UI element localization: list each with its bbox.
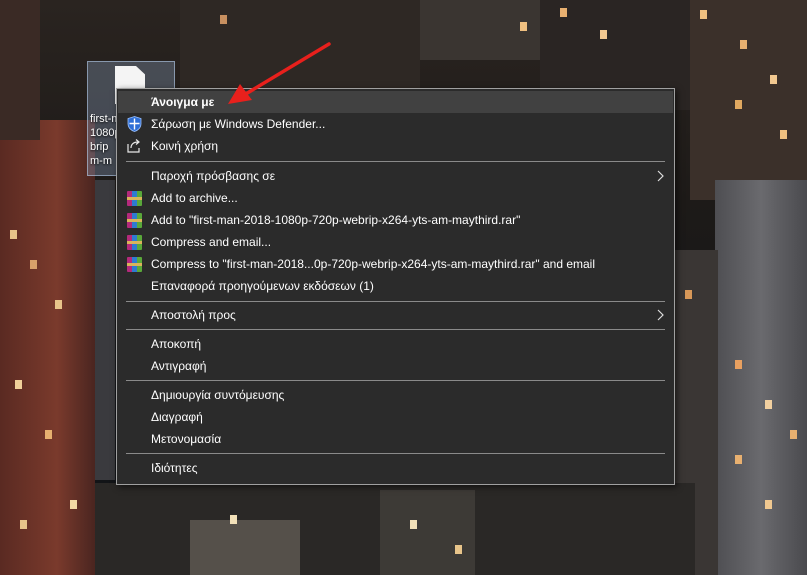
menu-item-label: Αποστολή προς bbox=[151, 308, 236, 322]
window-light bbox=[15, 380, 22, 389]
annotation-arrow-icon bbox=[228, 42, 331, 104]
window-light bbox=[735, 360, 742, 369]
winrar-icon bbox=[126, 212, 142, 228]
window-light bbox=[45, 430, 52, 439]
menu-separator bbox=[126, 329, 665, 330]
window-light bbox=[700, 10, 707, 19]
building bbox=[380, 490, 475, 575]
menu-item-label: Δημιουργία συντόμευσης bbox=[151, 388, 285, 402]
window-light bbox=[770, 75, 777, 84]
menu-item-label: Παροχή πρόσβασης σε bbox=[151, 169, 276, 183]
menu-separator bbox=[126, 380, 665, 381]
menu-item-label: Compress and email... bbox=[151, 235, 272, 249]
building bbox=[690, 0, 807, 200]
menu-item-add-to-archive[interactable]: Add to archive... bbox=[118, 187, 673, 209]
window-light bbox=[20, 520, 27, 529]
window-light bbox=[790, 430, 797, 439]
menu-item-label: Add to "first-man-2018-1080p-720p-webrip… bbox=[151, 213, 521, 227]
winrar-icon bbox=[126, 190, 142, 206]
window-light bbox=[220, 15, 227, 24]
menu-item-label: Compress to "first-man-2018...0p-720p-we… bbox=[151, 257, 596, 271]
building bbox=[0, 0, 40, 140]
menu-item-label: Διαγραφή bbox=[151, 410, 203, 424]
window-light bbox=[735, 455, 742, 464]
window-light bbox=[10, 230, 17, 239]
menu-separator bbox=[126, 453, 665, 454]
menu-item-label: Επαναφορά προηγούμενων εκδόσεων (1) bbox=[151, 279, 374, 293]
menu-item-label: Add to archive... bbox=[151, 191, 238, 205]
window-light bbox=[55, 300, 62, 309]
menu-item-label: Αντιγραφή bbox=[151, 359, 207, 373]
window-light bbox=[600, 30, 607, 39]
window-light bbox=[455, 545, 462, 554]
window-light bbox=[765, 400, 772, 409]
menu-item-share[interactable]: Κοινή χρήση bbox=[118, 135, 673, 157]
share-icon bbox=[126, 138, 142, 154]
menu-item-label: Σάρωση με Windows Defender... bbox=[151, 117, 326, 131]
menu-item-label: Μετονομασία bbox=[151, 432, 222, 446]
window-light bbox=[410, 520, 417, 529]
menu-item-copy[interactable]: Αντιγραφή bbox=[118, 355, 673, 377]
menu-item-label: Ιδιότητες bbox=[151, 461, 198, 475]
window-light bbox=[30, 260, 37, 269]
building bbox=[95, 180, 115, 480]
chevron-right-icon bbox=[655, 168, 665, 184]
winrar-icon bbox=[126, 234, 142, 250]
menu-item-rename[interactable]: Μετονομασία bbox=[118, 428, 673, 450]
menu-separator bbox=[126, 301, 665, 302]
window-light bbox=[685, 290, 692, 299]
menu-item-give-access[interactable]: Παροχή πρόσβασης σε bbox=[118, 165, 673, 187]
winrar-icon bbox=[126, 256, 142, 272]
window-light bbox=[560, 8, 567, 17]
building bbox=[0, 120, 95, 575]
menu-item-create-shortcut[interactable]: Δημιουργία συντόμευσης bbox=[118, 384, 673, 406]
window-light bbox=[780, 130, 787, 139]
menu-item-compress-to-rar-email[interactable]: Compress to "first-man-2018...0p-720p-we… bbox=[118, 253, 673, 275]
window-light bbox=[735, 100, 742, 109]
menu-item-label: Αποκοπή bbox=[151, 337, 202, 351]
menu-item-add-to-rar[interactable]: Add to "first-man-2018-1080p-720p-webrip… bbox=[118, 209, 673, 231]
menu-item-open-with[interactable]: Άνοιγμα με bbox=[118, 91, 673, 113]
menu-item-scan-defender[interactable]: Σάρωση με Windows Defender... bbox=[118, 113, 673, 135]
window-light bbox=[520, 22, 527, 31]
window-light bbox=[765, 500, 772, 509]
window-light bbox=[230, 515, 237, 524]
menu-item-compress-email[interactable]: Compress and email... bbox=[118, 231, 673, 253]
chevron-right-icon bbox=[655, 307, 665, 323]
shield-icon bbox=[126, 116, 142, 132]
menu-item-restore-versions[interactable]: Επαναφορά προηγούμενων εκδόσεων (1) bbox=[118, 275, 673, 297]
window-light bbox=[70, 500, 77, 509]
menu-item-label: Άνοιγμα με bbox=[151, 95, 215, 109]
menu-item-delete[interactable]: Διαγραφή bbox=[118, 406, 673, 428]
menu-item-label: Κοινή χρήση bbox=[151, 139, 219, 153]
window-light bbox=[740, 40, 747, 49]
menu-item-cut[interactable]: Αποκοπή bbox=[118, 333, 673, 355]
menu-item-send-to[interactable]: Αποστολή προς bbox=[118, 304, 673, 326]
building bbox=[190, 520, 300, 575]
menu-separator bbox=[126, 161, 665, 162]
menu-item-properties[interactable]: Ιδιότητες bbox=[118, 457, 673, 479]
context-menu: Άνοιγμα με Σάρωση με Windows Defender...… bbox=[116, 88, 675, 485]
building bbox=[715, 180, 807, 575]
